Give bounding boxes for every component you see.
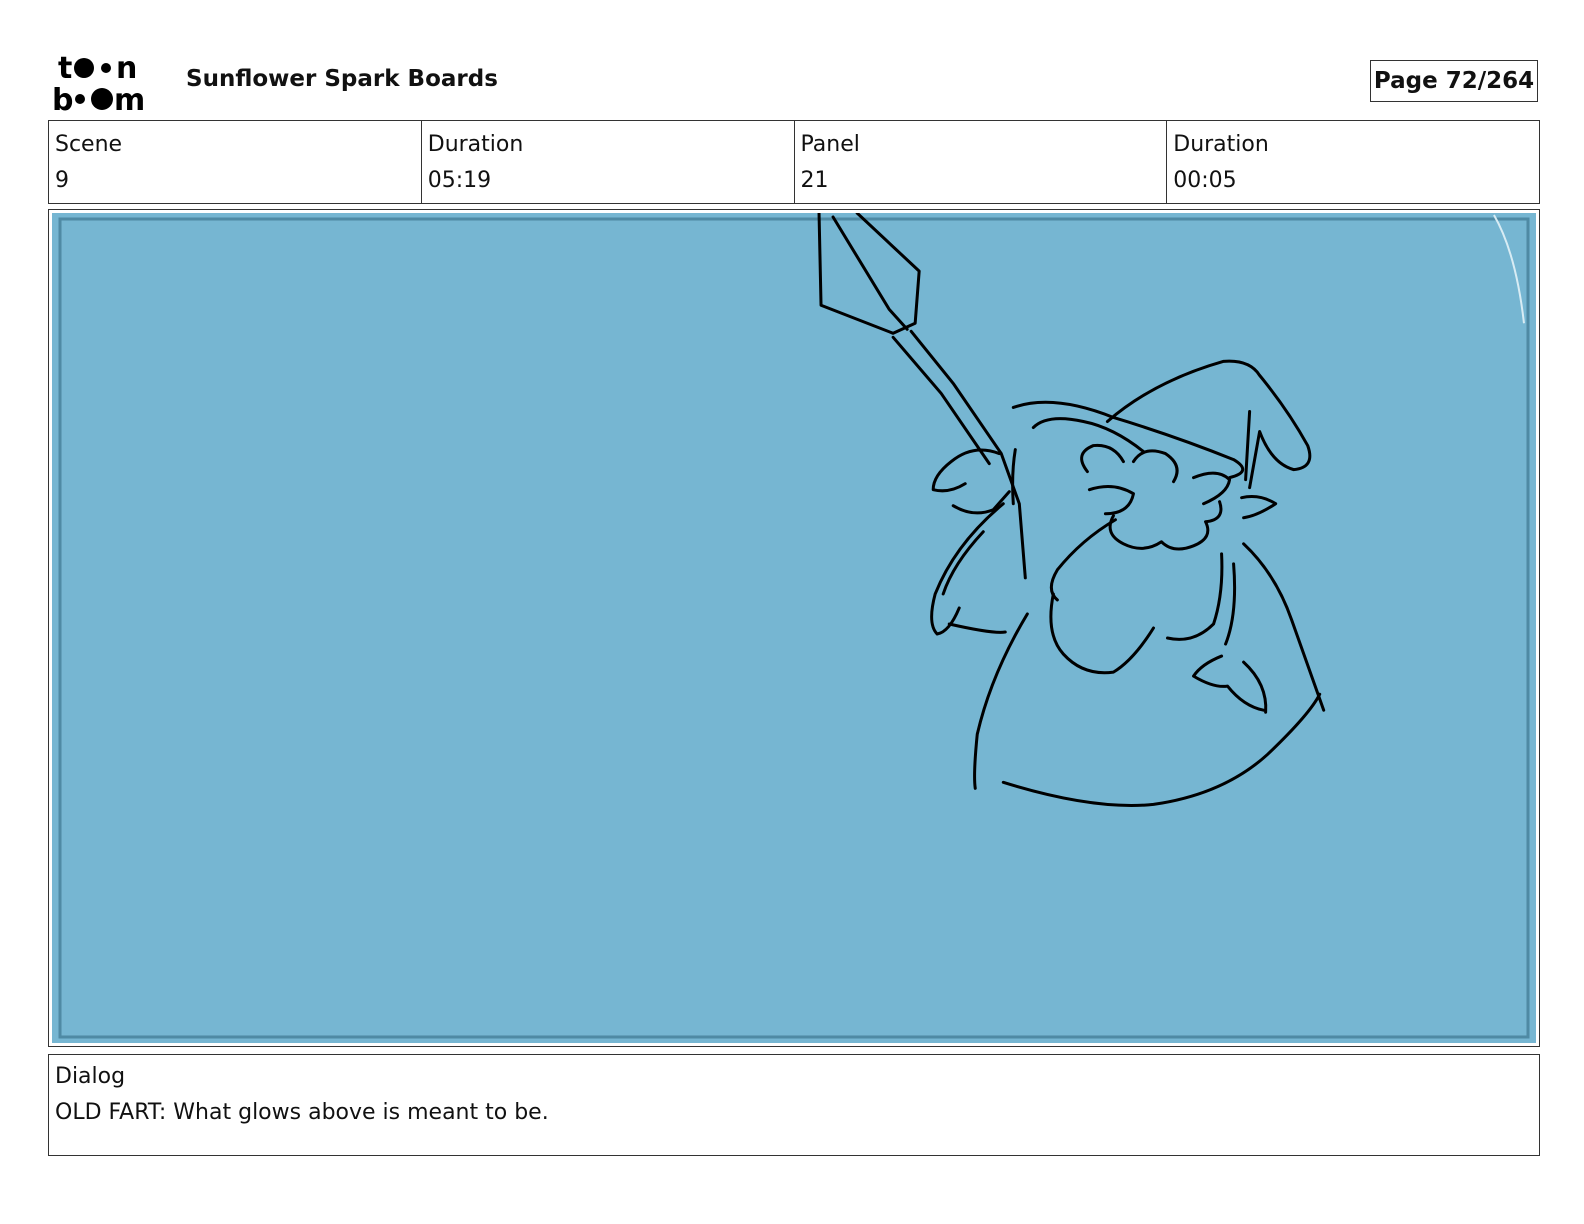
svg-text:b: b	[52, 83, 73, 114]
panel-duration-cell: Duration 00:05	[1167, 121, 1539, 203]
svg-text:t: t	[58, 51, 72, 86]
dialog-text: OLD FART: What glows above is meant to b…	[55, 1100, 549, 1125]
scene-cell: Scene 9	[49, 121, 422, 203]
dialog-label: Dialog	[55, 1064, 126, 1089]
page-number: 72/264	[1445, 68, 1535, 94]
panel-cell: Panel 21	[795, 121, 1168, 203]
svg-text:m: m	[114, 83, 145, 114]
scene-duration-cell: Duration 05:19	[422, 121, 795, 203]
panel-duration-label: Duration	[1173, 132, 1269, 157]
panel-value: 21	[800, 168, 829, 193]
toon-boom-logo: t n b m	[52, 51, 145, 114]
page-label: Page	[1373, 68, 1438, 94]
scene-duration-label: Duration	[427, 132, 524, 157]
panel-duration-value: 00:05	[1173, 168, 1237, 193]
storyboard-panel-sketch	[52, 213, 1536, 1043]
panel-info-table: Scene 9 Duration 05:19 Panel 21 Duration…	[48, 120, 1540, 204]
scene-label: Scene	[55, 132, 123, 157]
project-title: Sunflower Spark Boards	[186, 66, 498, 92]
scene-duration-value: 05:19	[427, 168, 492, 193]
dialog-box: Dialog OLD FART: What glows above is mea…	[48, 1054, 1540, 1156]
scene-value: 9	[55, 168, 69, 193]
panel-label: Panel	[800, 132, 860, 157]
storyboard-panel-frame	[48, 209, 1540, 1047]
page-indicator: Page 72/264	[1370, 60, 1538, 102]
svg-text:n: n	[116, 51, 137, 86]
